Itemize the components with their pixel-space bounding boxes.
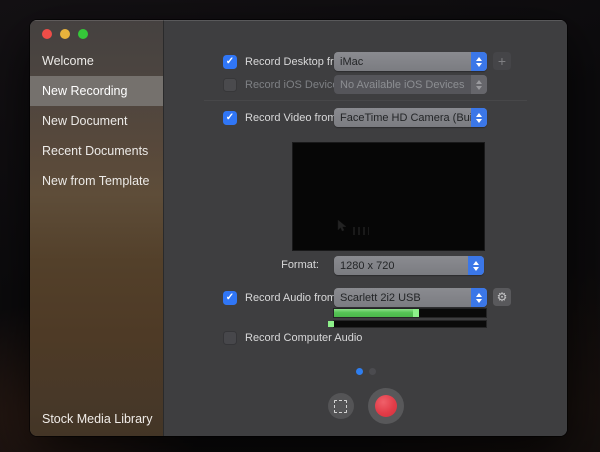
stepper-icon bbox=[471, 75, 487, 94]
sidebar-item-stock-media-library[interactable]: Stock Media Library bbox=[42, 412, 152, 426]
record-ios-row: Record iOS Device: bbox=[223, 75, 342, 94]
audio-level-fill-left bbox=[334, 309, 420, 317]
stepper-icon bbox=[471, 108, 487, 127]
record-audio-checkbox[interactable]: ✓ bbox=[223, 290, 237, 305]
add-display-button[interactable]: + bbox=[493, 52, 511, 70]
record-desktop-checkbox[interactable]: ✓ bbox=[223, 54, 237, 69]
zoom-icon[interactable] bbox=[78, 29, 88, 39]
sidebar-item-new-recording[interactable]: New Recording bbox=[30, 76, 163, 106]
ios-device-select: No Available iOS Devices bbox=[334, 75, 487, 94]
format-select[interactable]: 1280 x 720 bbox=[334, 256, 484, 275]
section-divider bbox=[204, 100, 527, 101]
record-video-row: ✓ Record Video from: bbox=[223, 108, 340, 127]
ios-device-value: No Available iOS Devices bbox=[340, 78, 465, 91]
page-indicator bbox=[164, 368, 567, 375]
sidebar-item-new-from-template[interactable]: New from Template bbox=[30, 166, 163, 196]
record-button[interactable] bbox=[367, 388, 404, 424]
sidebar-list: Welcome New Recording New Document Recen… bbox=[30, 46, 163, 196]
record-ios-checkbox bbox=[223, 77, 237, 92]
app-window: Welcome New Recording New Document Recen… bbox=[30, 20, 567, 436]
record-computer-audio-checkbox[interactable] bbox=[223, 330, 237, 345]
record-ios-label: Record iOS Device: bbox=[245, 78, 342, 91]
desktop-source-value: iMac bbox=[340, 55, 364, 68]
audio-level-meter-right bbox=[328, 321, 486, 327]
audio-level-meter-left bbox=[334, 309, 486, 317]
audio-source-select[interactable]: Scarlett 2i2 USB bbox=[334, 288, 487, 307]
sidebar-item-welcome[interactable]: Welcome bbox=[30, 46, 163, 76]
minimize-icon[interactable] bbox=[60, 29, 70, 39]
format-value: 1280 x 720 bbox=[340, 259, 395, 272]
page-dot-active[interactable] bbox=[355, 368, 363, 375]
format-label: Format: bbox=[281, 259, 319, 271]
check-icon: ✓ bbox=[225, 55, 235, 67]
check-icon: ✓ bbox=[225, 111, 235, 123]
audio-settings-button[interactable]: ⚙ bbox=[493, 288, 511, 306]
region-select-icon bbox=[334, 399, 347, 413]
sidebar-item-recent-documents[interactable]: Recent Documents bbox=[30, 136, 163, 166]
footer-controls bbox=[164, 384, 567, 428]
close-icon[interactable] bbox=[42, 29, 52, 39]
record-video-label: Record Video from: bbox=[245, 111, 340, 124]
recording-options-panel: ✓ Record Desktop from: iMac + Record iOS… bbox=[163, 20, 567, 436]
stepper-icon bbox=[468, 256, 484, 275]
window-controls bbox=[42, 29, 88, 39]
page-dot-inactive[interactable] bbox=[368, 368, 376, 375]
record-audio-label: Record Audio from: bbox=[245, 291, 340, 304]
record-computer-audio-label: Record Computer Audio bbox=[245, 331, 363, 344]
cursor-icon bbox=[337, 220, 349, 232]
audio-source-value: Scarlett 2i2 USB bbox=[340, 291, 421, 304]
record-icon bbox=[374, 395, 397, 417]
camera-preview bbox=[293, 143, 484, 250]
record-audio-row: ✓ Record Audio from: bbox=[223, 288, 339, 307]
stepper-icon bbox=[471, 52, 487, 71]
video-source-value: FaceTime HD Camera (Built-in) bbox=[340, 111, 471, 124]
record-video-checkbox[interactable]: ✓ bbox=[223, 110, 237, 125]
record-desktop-row: ✓ Record Desktop from: bbox=[223, 52, 352, 71]
stepper-icon bbox=[471, 288, 487, 307]
desktop-source-select[interactable]: iMac bbox=[334, 52, 487, 71]
sidebar: Welcome New Recording New Document Recen… bbox=[30, 20, 163, 436]
region-select-button[interactable] bbox=[327, 393, 354, 419]
sidebar-item-new-document[interactable]: New Document bbox=[30, 106, 163, 136]
preview-artifact bbox=[353, 227, 369, 235]
check-icon: ✓ bbox=[225, 291, 235, 303]
video-source-select[interactable]: FaceTime HD Camera (Built-in) bbox=[334, 108, 487, 127]
record-computer-audio-row: Record Computer Audio bbox=[223, 328, 362, 347]
